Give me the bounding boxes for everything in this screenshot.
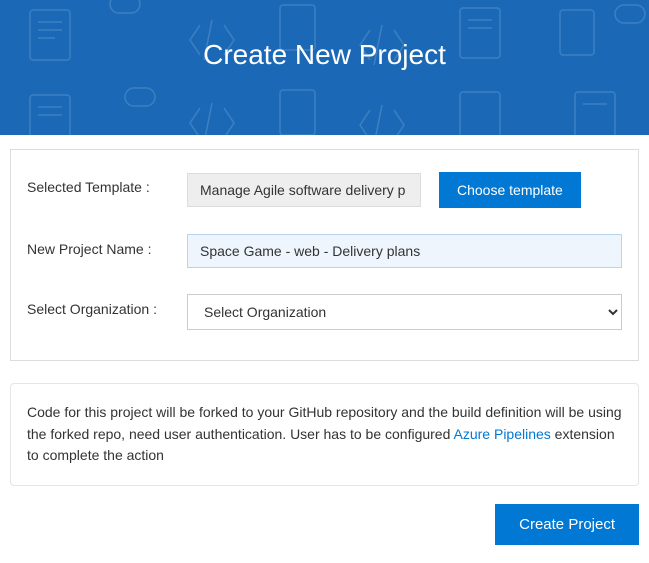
azure-pipelines-link[interactable]: Azure Pipelines xyxy=(454,426,551,442)
page-title: Create New Project xyxy=(203,39,446,71)
selected-template-display: Manage Agile software delivery p xyxy=(187,173,421,207)
organization-row: Select Organization : Select Organizatio… xyxy=(27,294,622,330)
organization-label: Select Organization : xyxy=(27,294,187,317)
project-name-input[interactable] xyxy=(187,234,622,268)
template-row: Selected Template : Manage Agile softwar… xyxy=(27,172,622,208)
project-name-label: New Project Name : xyxy=(27,234,187,257)
info-panel: Code for this project will be forked to … xyxy=(10,383,639,486)
header-banner: Create New Project xyxy=(0,0,649,135)
organization-select[interactable]: Select Organization xyxy=(187,294,622,330)
choose-template-button[interactable]: Choose template xyxy=(439,172,581,208)
template-label: Selected Template : xyxy=(27,172,187,195)
project-name-field xyxy=(187,234,622,268)
template-field: Manage Agile software delivery p Choose … xyxy=(187,172,622,208)
footer: Create Project xyxy=(10,504,639,545)
create-project-button[interactable]: Create Project xyxy=(495,504,639,545)
form-panel: Selected Template : Manage Agile softwar… xyxy=(10,149,639,361)
organization-field: Select Organization xyxy=(187,294,622,330)
project-name-row: New Project Name : xyxy=(27,234,622,268)
